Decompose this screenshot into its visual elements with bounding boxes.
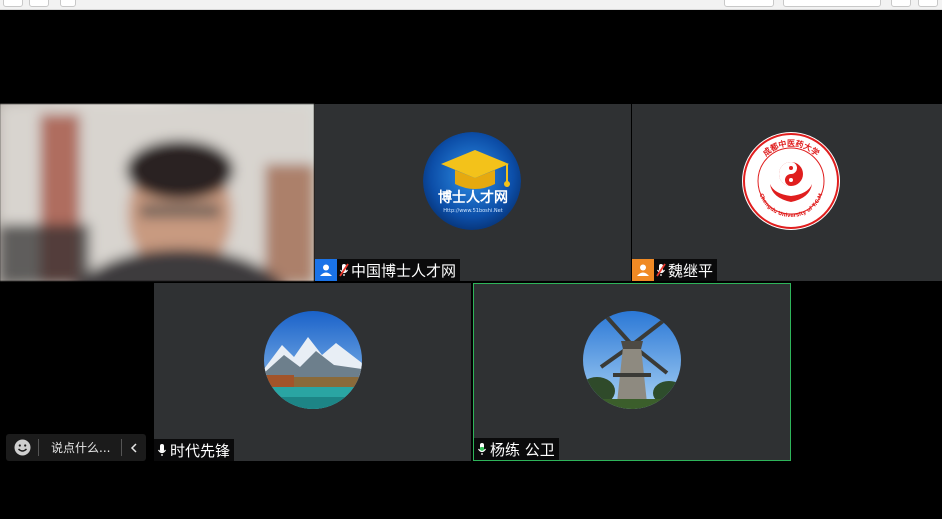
participant-nameplate: 杨练 公卫 [474,438,559,460]
participant-nameplate: 中国博士人才网 [315,259,461,281]
mic-icon [154,439,170,461]
participant-name: 杨练 公卫 [490,440,555,459]
toolbar-button-3[interactable] [60,0,76,7]
emoji-icon [14,439,30,456]
toolbar-button-2[interactable] [29,0,49,7]
chat-placeholder: 说点什么... [51,441,111,455]
mic-muted-icon [654,259,668,281]
video-tile-participant-2[interactable]: 成都中医药大学 Chengdu University of T.C.M 魏继平 [632,104,942,281]
toolbar-button-4[interactable] [891,0,911,7]
mic-muted-icon [337,259,351,281]
participant-nameplate: 时代先锋 [154,439,235,461]
participant-name: 中国博士人才网 [351,261,457,280]
emoji-button[interactable] [6,439,38,456]
toolbar-button-5[interactable] [918,0,938,7]
windmill-photo-avatar [583,311,681,409]
blurred-video-image [0,104,314,281]
chat-input[interactable]: 说点什么... [39,439,121,456]
toolbar-field-1[interactable] [724,0,774,7]
participant-nameplate: 魏继平 [632,259,718,281]
participant-name: 魏继平 [668,261,714,280]
video-tile-camera[interactable] [0,104,314,281]
host-badge-icon [315,259,337,281]
top-toolbar [0,0,942,10]
bosu-logo-url: Http://www.51boshi.Net [443,208,502,214]
chevron-left-icon [130,442,137,453]
collapse-chat-button[interactable] [122,442,146,453]
landscape-photo-avatar [264,311,362,409]
chengdu-tcm-logo-avatar: 成都中医药大学 Chengdu University of T.C.M [742,132,840,230]
video-tile-participant-3[interactable]: 时代先锋 [154,283,471,461]
participant-name: 时代先锋 [170,441,231,460]
toolbar-button-1[interactable] [3,0,23,7]
bosu-logo-avatar: 博士人才网 Http://www.51boshi.Net [423,132,521,230]
video-tile-participant-1[interactable]: 博士人才网 Http://www.51boshi.Net 中国博士人才网 [315,104,631,281]
bosu-logo-title: 博士人才网 [438,189,508,206]
mic-active-icon [474,438,490,460]
toolbar-field-2[interactable] [783,0,881,7]
chat-bar: 说点什么... [6,434,146,461]
video-tile-participant-4-active-speaker[interactable]: 杨练 公卫 [473,283,791,461]
cohost-badge-icon [632,259,654,281]
